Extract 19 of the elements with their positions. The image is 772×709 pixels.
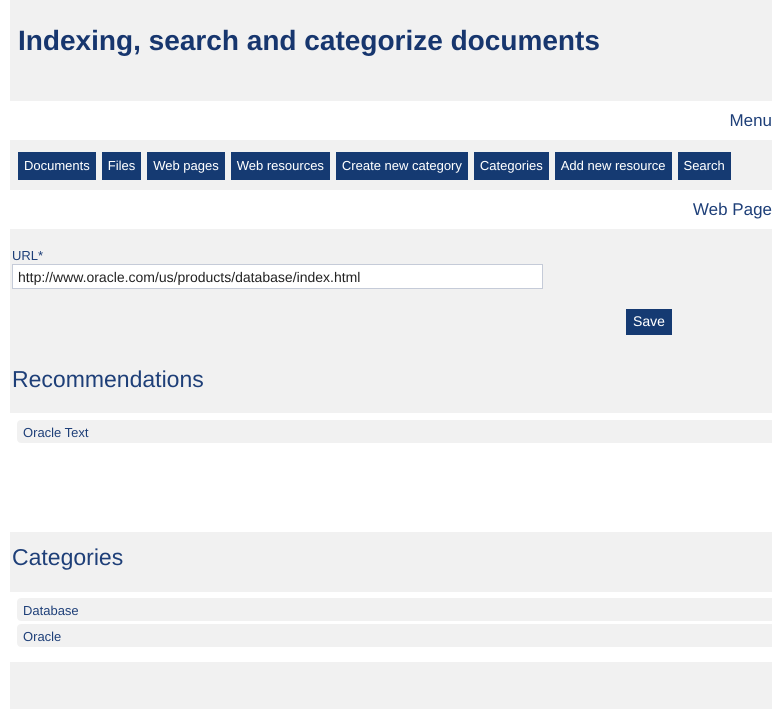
field-label: URL*: [12, 248, 44, 264]
page-title: Indexing, search and categorize documents: [18, 24, 601, 58]
nav-button[interactable]: Add new resource: [554, 152, 672, 180]
nav-button[interactable]: Documents: [18, 152, 96, 180]
menu-heading: Menu: [729, 110, 772, 132]
section-heading: Categories: [12, 544, 124, 572]
url-field[interactable]: http://www.oracle.com/us/products/database/index.html: [12, 264, 543, 289]
list-item[interactable]: Oracle: [17, 624, 772, 647]
form-heading: Web Page: [692, 198, 772, 221]
list-item[interactable]: Database: [17, 598, 772, 621]
save-button[interactable]: Save: [626, 308, 672, 334]
section-heading: Recommendations: [12, 366, 205, 394]
nav-button[interactable]: Files: [102, 152, 142, 180]
nav-button[interactable]: Web resources: [230, 152, 330, 180]
nav-button[interactable]: Create new category: [336, 152, 468, 180]
nav-button[interactable]: Web pages: [147, 152, 225, 180]
nav-button[interactable]: Search: [678, 152, 731, 180]
nav-button[interactable]: Categories: [474, 152, 549, 180]
list-item[interactable]: Oracle Text: [17, 420, 772, 444]
